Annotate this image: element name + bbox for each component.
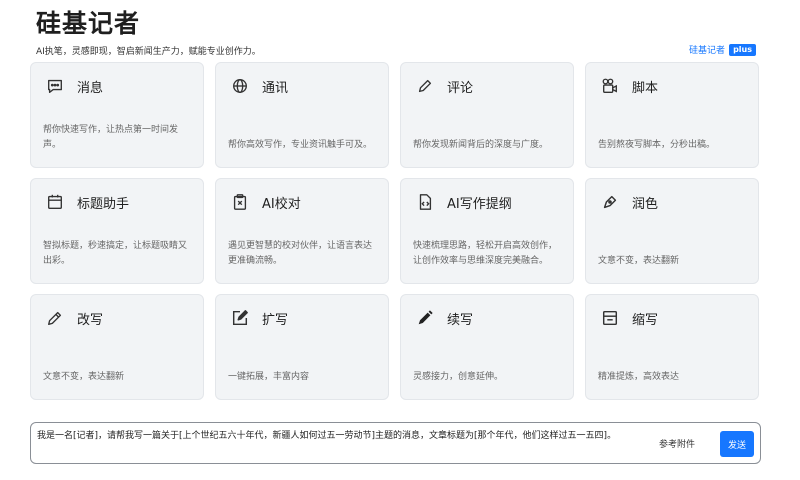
card-title: AI校对 [262, 196, 301, 212]
card-commentary[interactable]: 评论 帮你发现新闻背后的深度与广度。 [400, 62, 574, 168]
card-title: 消息 [77, 80, 104, 96]
card-communication[interactable]: 通讯 帮你高效写作，专业资讯触手可及。 [215, 62, 389, 168]
card-description: 一键拓展，丰富内容 [228, 372, 310, 382]
card-title: 扩写 [262, 312, 289, 328]
globe-icon [230, 76, 250, 96]
card-description: 文意不变，表达翻新 [43, 372, 125, 382]
card-title: 评论 [447, 80, 474, 96]
pencil-solid-icon [415, 308, 435, 328]
calendar-icon [45, 192, 65, 212]
script-icon [600, 76, 620, 96]
attach-file-button[interactable]: 参考附件 [659, 437, 695, 450]
card-title: 续写 [447, 312, 474, 328]
card-title: 改写 [77, 312, 104, 328]
card-title: 标题助手 [77, 196, 130, 212]
card-description: 帮你高效写作，专业资讯触手可及。 [228, 140, 373, 150]
card-description: 快速梳理思路，轻松开启高效创作，让创作效率与思维深度完美融合。 [413, 241, 558, 266]
card-description: 文意不变，表达翻新 [598, 256, 680, 266]
card-ai-outline[interactable]: AI写作提纲 快速梳理思路，轻松开启高效创作，让创作效率与思维深度完美融合。 [400, 178, 574, 284]
card-polish[interactable]: 润色 文意不变，表达翻新 [585, 178, 759, 284]
app-subtitle: AI执笔，灵感即现，智启新闻生产力，赋能专业创作力。 [36, 47, 261, 57]
prompt-input-box: 我是一名[记者]，请帮我写一篇关于[上个世纪五六十年代，新疆人如何过五一劳动节]… [30, 422, 761, 464]
card-rewrite[interactable]: 改写 文意不变，表达翻新 [30, 294, 204, 400]
pencil-icon [45, 308, 65, 328]
brand-plus-link[interactable]: 硅基记者 plus [689, 43, 756, 56]
card-description: 精准提炼，高效表达 [598, 372, 680, 382]
card-title: 缩写 [632, 312, 659, 328]
card-headline-assistant[interactable]: 标题助手 智拟标题，秒速搞定，让标题吸睛又出彩。 [30, 178, 204, 284]
card-abbreviate[interactable]: 缩写 精准提炼，高效表达 [585, 294, 759, 400]
card-title: 通讯 [262, 80, 289, 96]
tool-card-grid: 消息 帮你快速写作，让热点第一时间发声。 通讯 帮你高效写作，专业资讯触手可及。… [30, 62, 761, 400]
card-title: AI写作提纲 [447, 196, 512, 212]
send-button[interactable]: 发送 [720, 431, 754, 457]
card-expand[interactable]: 扩写 一键拓展，丰富内容 [215, 294, 389, 400]
card-description: 灵感接力，创意延伸。 [413, 372, 504, 382]
edit-box-icon [230, 308, 250, 328]
clipboard-icon [230, 192, 250, 212]
card-ai-proofread[interactable]: AI校对 遇见更智慧的校对伙伴，让语言表达更准确流畅。 [215, 178, 389, 284]
code-file-icon [415, 192, 435, 212]
brand-link-label: 硅基记者 [689, 46, 726, 56]
card-description: 帮你发现新闻背后的深度与广度。 [413, 140, 549, 150]
card-script[interactable]: 脚本 告别熬夜写脚本，分秒出稿。 [585, 62, 759, 168]
message-icon [45, 76, 65, 96]
card-description: 遇见更智慧的校对伙伴，让语言表达更准确流畅。 [228, 241, 373, 266]
app-title: 硅基记者 [36, 9, 141, 38]
plus-badge: plus [729, 43, 756, 56]
window-icon [600, 308, 620, 328]
pen-icon [415, 76, 435, 96]
card-continue[interactable]: 续写 灵感接力，创意延伸。 [400, 294, 574, 400]
card-description: 告别熬夜写脚本，分秒出稿。 [598, 140, 716, 150]
card-title: 脚本 [632, 80, 659, 96]
card-message[interactable]: 消息 帮你快速写作，让热点第一时间发声。 [30, 62, 204, 168]
brush-icon [600, 192, 620, 212]
prompt-input[interactable]: 我是一名[记者]，请帮我写一篇关于[上个世纪五六十年代，新疆人如何过五一劳动节]… [37, 429, 647, 459]
card-description: 智拟标题，秒速搞定，让标题吸睛又出彩。 [43, 241, 188, 266]
card-title: 润色 [632, 196, 659, 212]
card-description: 帮你快速写作，让热点第一时间发声。 [43, 125, 179, 150]
